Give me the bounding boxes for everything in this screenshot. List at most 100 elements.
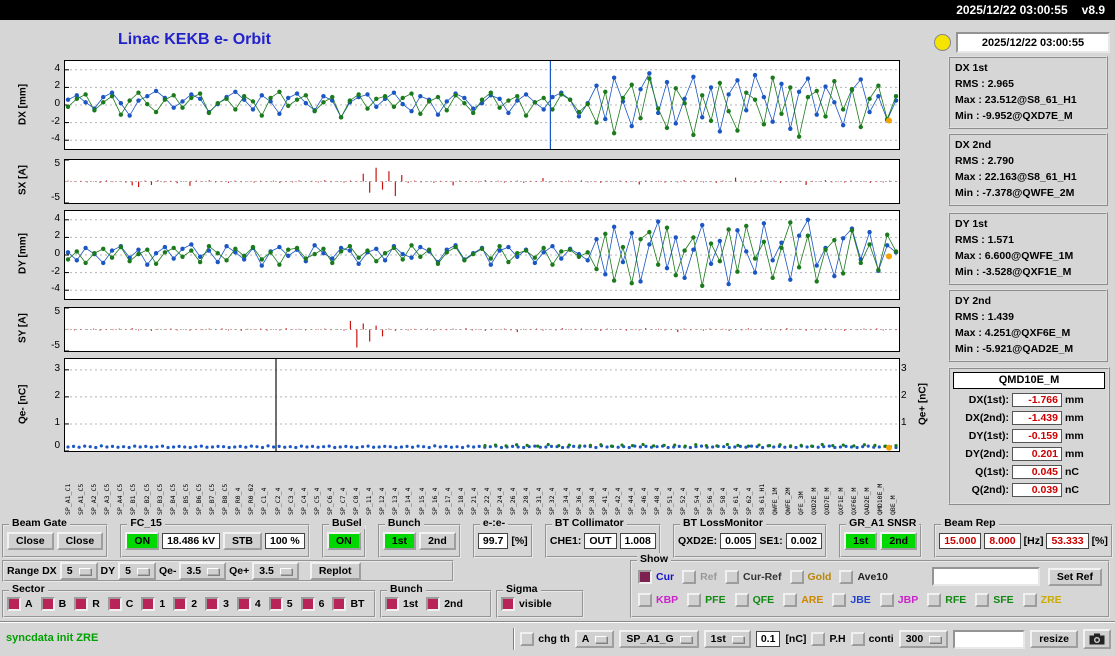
chart-q [64, 358, 900, 452]
range-dx-dropdown[interactable]: 5 [59, 562, 98, 580]
qmd-row-label: Q(2nd): [971, 484, 1009, 496]
busel-on-button[interactable]: ON [326, 532, 361, 550]
stat-group-dy-2nd: DY 2nd RMS : 1.439 Max : 4.251@QXF6E_M Min … [948, 289, 1108, 362]
checkbox-row-bt: BT [332, 597, 364, 611]
checkbox-visible[interactable] [501, 597, 515, 611]
checkbox-qfe[interactable] [734, 593, 749, 607]
stat-group-dx-2nd: DX 2nd RMS : 2.790 Max : 22.163@S8_61_H1 Mi… [948, 133, 1108, 206]
dropdown-bump-icon [136, 567, 149, 575]
stat-header: DY 2nd [955, 295, 991, 307]
dropdown-bump-icon [731, 635, 744, 643]
bunch-1st-button[interactable]: 1st [382, 532, 417, 550]
bt-collimator-1-008-display: 1.008 [619, 533, 656, 549]
stat-value-line: RMS : 1.571 [955, 234, 1014, 246]
checkbox-kbp[interactable] [638, 593, 652, 607]
group-e-e: e-:e- 99.7 [%] [472, 517, 533, 558]
sector-mode-dropdown-value: A [581, 633, 590, 645]
y-tick-right-q: 2 [901, 389, 907, 401]
checkbox-b[interactable] [40, 597, 55, 611]
range-qe-label: Qe+ [229, 565, 250, 577]
stat-value-line: Min : -7.378@QWFE_2M [955, 187, 1075, 199]
checkbox-label-are: ARE [801, 594, 824, 606]
checkbox-jbe[interactable] [832, 593, 847, 607]
show-frame: Show Cur Ref Cur-Ref Gold Ave10 Set Ref KBP PF… [630, 553, 1110, 618]
y-tick-q: 2 [54, 389, 60, 401]
bunch-select-dropdown[interactable]: 1st [703, 630, 751, 648]
checkbox-jbp[interactable] [879, 593, 894, 607]
stat-header: DX 2nd [955, 139, 992, 151]
checkbox-bt[interactable] [332, 597, 347, 611]
group-items-beam-gate: Close Close [4, 526, 106, 556]
chart-dx [64, 60, 900, 150]
checkbox-6[interactable] [300, 597, 315, 611]
group-bt-lossmonitor: BT LossMonitor QXD2E: 0.005 SE1: 0.002 [673, 517, 827, 558]
checkbox-label-cur: Cur [656, 570, 675, 583]
gr-a1-snsr-2nd-button[interactable]: 2nd [880, 532, 918, 550]
bpm-name-label: SP_R0_62 [247, 483, 256, 515]
stat-header: DX 1st [955, 62, 988, 74]
qmd-row-value: 0.045 [1012, 465, 1062, 479]
replot-button[interactable]: Replot [309, 562, 361, 580]
checkbox-zre[interactable] [1022, 593, 1037, 607]
qmd-row-dx-1st: DX(1st): -1.766 mm [953, 391, 1105, 409]
range-label: Range [7, 565, 40, 577]
checkbox-c[interactable] [107, 597, 122, 611]
stat-value-line: RMS : 1.439 [955, 311, 1014, 323]
bunch-2nd-button[interactable]: 2nd [419, 532, 456, 550]
beam-gate-close-button[interactable]: Close [56, 532, 104, 550]
checkbox-cur[interactable] [638, 569, 652, 584]
checkbox-row-ave10: Ave10 [839, 569, 888, 584]
y-tick-dx: 4 [54, 62, 60, 74]
checkbox-chg-th[interactable] [520, 632, 535, 646]
camera-button[interactable] [1083, 629, 1111, 649]
checkbox-1[interactable] [141, 597, 156, 611]
gr-a1-snsr-1st-button[interactable]: 1st [844, 532, 878, 550]
bpm-select-dropdown[interactable]: SP_A1_G [619, 630, 699, 648]
fc-15-on-button[interactable]: ON [125, 532, 160, 550]
set-ref-input[interactable] [931, 567, 1040, 586]
checkbox-1st[interactable] [385, 597, 399, 611]
count-input[interactable] [953, 629, 1026, 649]
checkbox-conti[interactable] [850, 632, 865, 646]
bpm-name-label: SP_56_4 [705, 487, 714, 515]
range-qe-dropdown[interactable]: 3.5 [252, 562, 299, 580]
checkbox-a[interactable] [7, 597, 21, 611]
checkbox-p-h[interactable] [811, 632, 826, 646]
qmd-row-unit: mm [1065, 430, 1084, 442]
checkbox-ref[interactable] [682, 569, 697, 584]
group-title-gr-a1-snsr: GR_A1 SNSR [846, 517, 920, 529]
bunch-frame: Bunch 1st 2nd [380, 583, 492, 618]
checkbox-pfe[interactable] [687, 593, 702, 607]
checkbox-label-chg-th: chg th [538, 633, 570, 645]
checkbox-row-r: R [74, 597, 100, 611]
bpm-name-label: SP_C8_4 [352, 487, 361, 515]
group-title-fc-15: FC_15 [127, 517, 165, 529]
checkbox-sfe[interactable] [975, 593, 990, 607]
range-dy-dropdown[interactable]: 5 [118, 562, 156, 580]
checkbox-2nd[interactable] [426, 597, 441, 611]
checkbox-label-gold: Gold [807, 570, 832, 583]
checkbox-cur-ref[interactable] [725, 569, 740, 584]
bt-lossmonitor-0-002-display: 0.002 [785, 533, 822, 549]
checkbox-ave10[interactable] [839, 569, 854, 584]
checkbox-r[interactable] [74, 597, 89, 611]
checkbox-rfe[interactable] [927, 593, 942, 607]
checkbox-label-jbp: JBP [897, 594, 919, 606]
checkbox-gold[interactable] [789, 569, 804, 584]
set-ref-button[interactable]: Set Ref [1047, 567, 1102, 586]
bpm-name-label: SP_11_4 [365, 487, 374, 515]
sigma-items: visible [498, 592, 582, 616]
checkbox-4[interactable] [236, 597, 251, 611]
count-dropdown[interactable]: 300 [898, 630, 949, 648]
qmd-panel: QMD10E_M DX(1st): -1.766 mm DX(2nd): -1.439 m… [948, 367, 1110, 505]
checkbox-are[interactable] [783, 593, 798, 607]
beam-gate-close-button[interactable]: Close [7, 532, 54, 550]
range-qe-dropdown[interactable]: 3.5 [179, 562, 227, 580]
resize-button[interactable]: resize [1030, 630, 1078, 648]
y-tick-dy: -4 [51, 283, 60, 295]
checkbox-2[interactable] [173, 597, 188, 611]
sector-mode-dropdown[interactable]: A [574, 630, 615, 648]
checkbox-3[interactable] [205, 597, 220, 611]
fc-15-stb-button[interactable]: STB [223, 532, 262, 550]
checkbox-5[interactable] [268, 597, 283, 611]
